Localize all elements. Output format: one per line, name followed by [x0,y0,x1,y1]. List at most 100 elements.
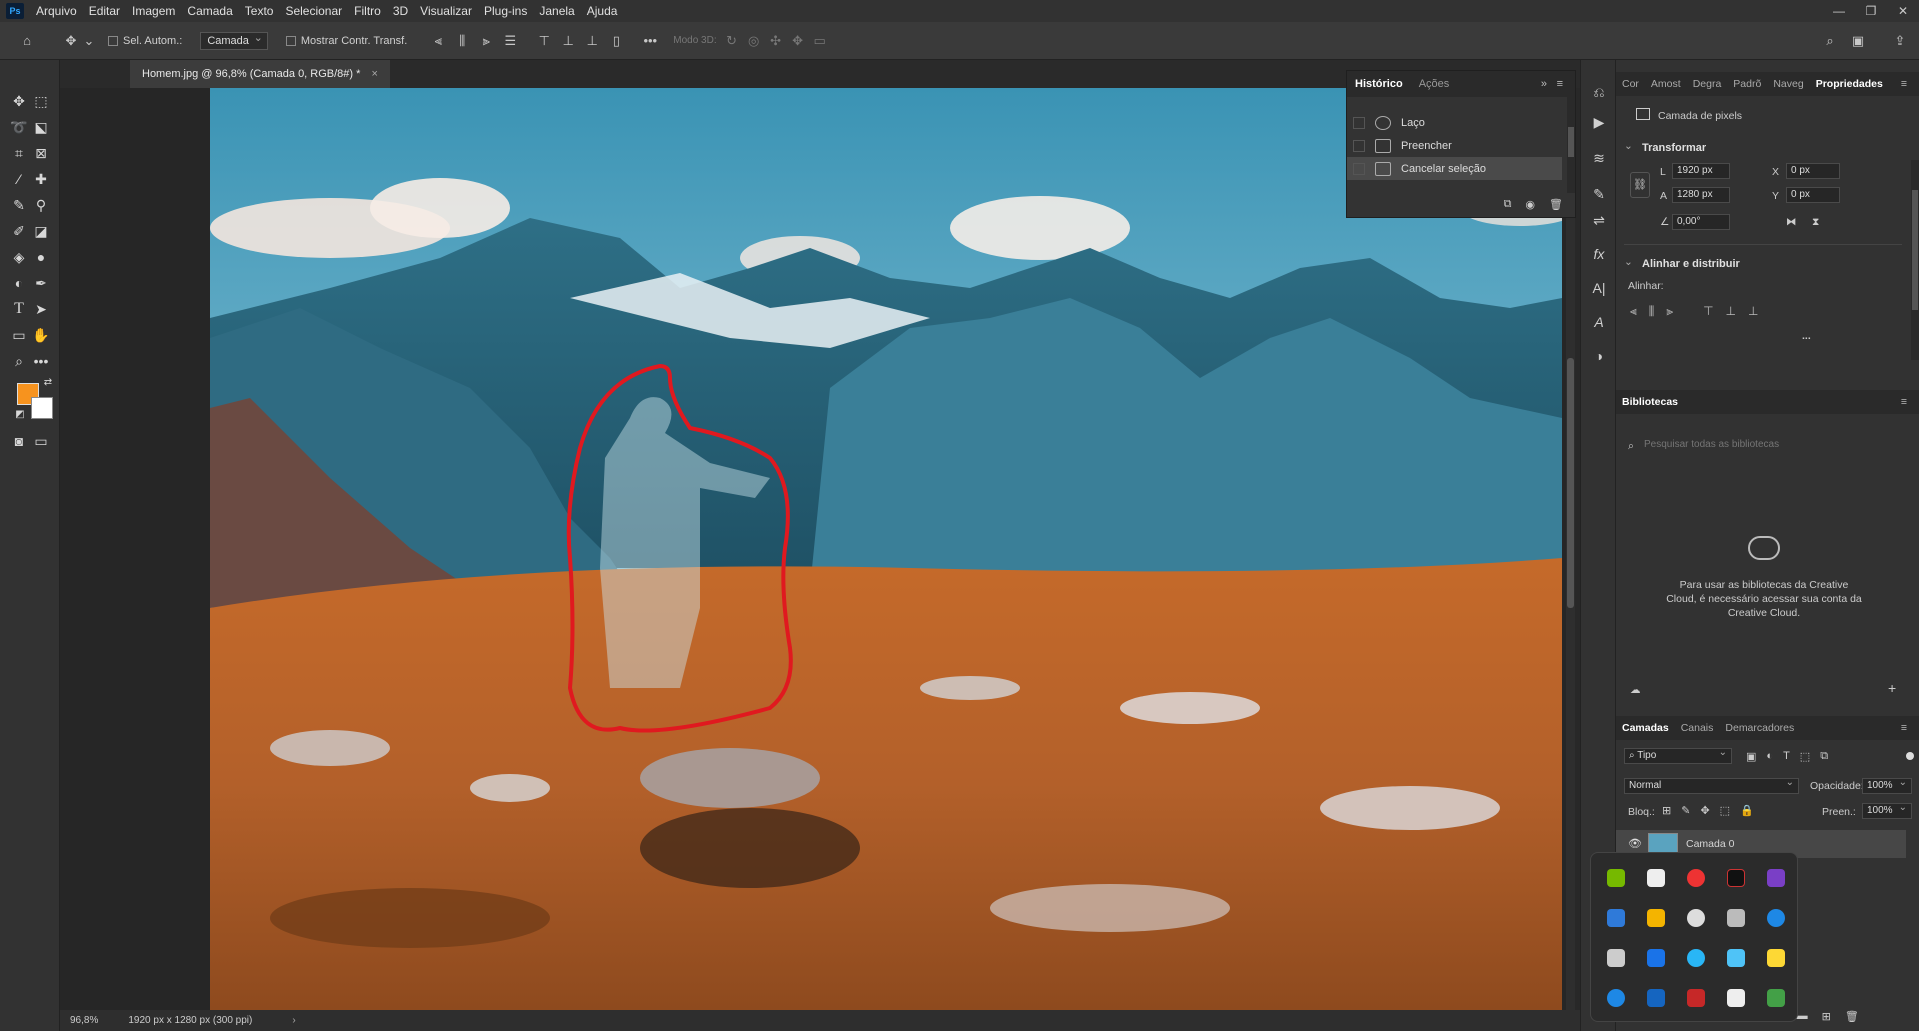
lock-position-icon[interactable]: ✥ [1700,804,1709,817]
workspace-icon[interactable]: ▣ [1849,32,1867,50]
screen-mode-icon[interactable]: ▭ [30,430,52,452]
brush-settings-icon[interactable]: ≋ [1589,148,1609,168]
align-left-edges-icon[interactable]: ⫷ [1630,304,1637,319]
align-middle-icon[interactable]: ⊥ [559,32,577,50]
trash-icon[interactable]: 🗑 [1549,198,1563,211]
tray-app-icon[interactable] [1647,869,1665,887]
filter-smart-icon[interactable]: ⧉ [1820,750,1828,763]
flip-vertical-icon[interactable]: ⧗ [1812,216,1819,229]
tab-cor[interactable]: Cor [1616,78,1645,90]
quick-mask-icon[interactable]: ◙ [8,430,30,452]
panel-menu-icon[interactable]: ≡ [1895,78,1913,90]
library-search-input[interactable] [1644,434,1904,454]
align-top-icon[interactable]: ⊤ [535,32,553,50]
path-select-icon[interactable]: ➤ [30,298,52,320]
usb-icon[interactable] [1727,909,1745,927]
color-app-icon[interactable] [1687,869,1705,887]
lasso-tool-icon[interactable]: ➰ [8,116,30,138]
layer-filter-dropdown[interactable]: ⌕ Tipo [1624,747,1732,764]
y-field[interactable]: 0 px [1786,187,1840,203]
color-wheel-icon[interactable]: ◑ [1589,346,1609,366]
align-h-centers-icon[interactable]: ⫼ [1649,304,1655,319]
properties-scroll-thumb[interactable] [1912,190,1918,310]
move-tool-icon[interactable]: ✥ [8,90,30,112]
pen-tool-icon[interactable]: ✒ [30,272,52,294]
crop-tool-icon[interactable]: ⌗ [8,142,30,164]
width-field[interactable]: 1920 px [1672,163,1730,179]
history-snapshot-checkbox[interactable] [1353,162,1365,175]
default-colors-icon[interactable]: ◩ [14,408,26,420]
tray-app-icon[interactable] [1647,949,1665,967]
actions-panel-icon[interactable]: ▶ [1589,112,1609,132]
tray-app-icon[interactable] [1767,909,1785,927]
healing-tool-icon[interactable]: ✚ [30,168,52,190]
object-select-tool-icon[interactable]: ⬕ [30,116,52,138]
home-icon[interactable]: ⌂ [18,32,36,50]
onenote-icon[interactable] [1767,869,1785,887]
align-bottom-icon[interactable]: ⊥ [583,32,601,50]
new-layer-icon[interactable]: ⊞ [1822,1010,1831,1023]
chevron-down-icon[interactable]: ⌄ [80,32,98,50]
distribute-h-icon[interactable]: ☰ [501,32,519,50]
history-snapshot-checkbox[interactable] [1353,116,1365,129]
cloud-sync-icon[interactable]: ☁ [1630,684,1641,696]
camera-icon[interactable]: ◉ [1525,198,1535,211]
tray-app-icon[interactable] [1727,869,1745,887]
opacity-field[interactable]: 100% [1862,777,1912,794]
panel-menu-icon[interactable]: ≡ [1549,78,1571,90]
chevron-down-icon[interactable]: ⌄ [1624,256,1633,268]
tray-app-icon[interactable] [1767,989,1785,1007]
orbit-3d-icon[interactable]: ↻ [723,32,741,50]
tray-app-icon[interactable] [1647,909,1665,927]
layer-name[interactable]: Camada 0 [1686,838,1734,850]
tab-propriedades[interactable]: Propriedades [1810,78,1889,90]
dodge-tool-icon[interactable]: ◐ [8,272,30,294]
slide-3d-icon[interactable]: ✥ [789,32,807,50]
auto-select-dropdown[interactable]: Camada [200,31,268,50]
menu-janela[interactable]: Janela [533,0,580,22]
history-snapshot-checkbox[interactable] [1353,139,1365,152]
lock-all-icon[interactable]: 🔒 [1740,804,1754,817]
more-options-icon[interactable]: ••• [641,32,659,50]
filter-type-icon[interactable]: T [1783,750,1790,763]
zoom-tool-icon[interactable]: ⌕ [8,350,30,372]
fill-field[interactable]: 100% [1862,802,1912,819]
close-icon[interactable]: ✕ [1887,0,1919,22]
add-icon[interactable]: + [1888,680,1896,696]
more-options-icon[interactable]: ... [1802,330,1811,342]
tray-app-icon[interactable] [1647,989,1665,1007]
distribute-v-icon[interactable]: ▯ [607,32,625,50]
adjustments-icon[interactable]: ⇌ [1589,210,1609,230]
more-tools-icon[interactable]: ••• [30,350,52,372]
pan-3d-icon[interactable]: ✣ [767,32,785,50]
tab-navegador[interactable]: Naveg [1767,78,1809,90]
panel-menu-icon[interactable]: ≡ [1895,396,1913,408]
align-center-h-icon[interactable]: ⫼ [453,32,471,50]
canvas-vertical-scrollbar[interactable] [1566,88,1575,1010]
tab-historico[interactable]: Histórico [1347,78,1411,90]
character-panel-icon[interactable]: A| [1589,278,1609,298]
rectangle-tool-icon[interactable]: ▭ [8,324,30,346]
angle-field[interactable]: 0,00° [1672,214,1730,230]
swap-colors-icon[interactable]: ⇄ [42,376,54,388]
menu-ajuda[interactable]: Ajuda [581,0,624,22]
show-transform-checkbox[interactable] [285,35,296,46]
align-bottom-edges-icon[interactable]: ⊥ [1748,304,1758,319]
tab-acoes[interactable]: Ações [1411,78,1458,90]
brushes-panel-icon[interactable]: ✎ [1589,184,1609,204]
panel-menu-icon[interactable]: ≡ [1895,722,1913,734]
history-item[interactable]: Preencher [1347,134,1562,157]
show-transform-option[interactable]: Mostrar Contr. Transf. [285,35,407,47]
menu-arquivo[interactable]: Arquivo [30,0,83,22]
close-tab-icon[interactable]: × [371,68,377,80]
align-v-centers-icon[interactable]: ⊥ [1726,304,1736,319]
outlook-icon[interactable] [1607,909,1625,927]
flip-horizontal-icon[interactable]: ⧓ [1786,216,1797,228]
menu-imagem[interactable]: Imagem [126,0,181,22]
tab-bibliotecas[interactable]: Bibliotecas [1616,396,1684,408]
document-tab[interactable]: Homem.jpg @ 96,8% (Camada 0, RGB/8#) * × [130,60,390,88]
tab-padroes[interactable]: Padrõ [1727,78,1767,90]
tab-camadas[interactable]: Camadas [1616,722,1675,734]
menu-editar[interactable]: Editar [83,0,126,22]
marquee-tool-icon[interactable]: ⬚ [30,90,52,112]
